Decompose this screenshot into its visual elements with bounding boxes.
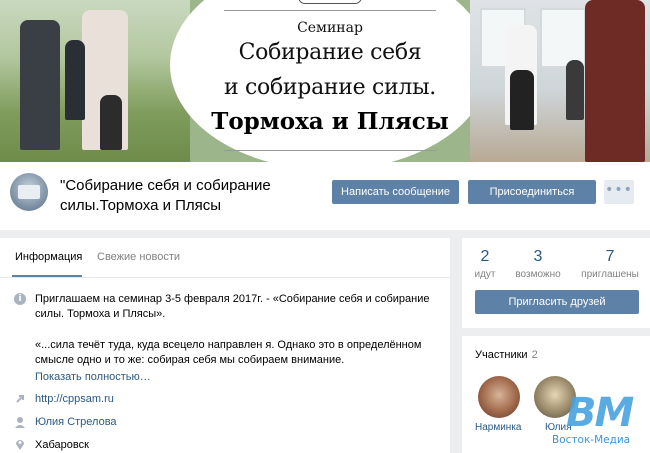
site-link[interactable]: http://cppsam.ru xyxy=(35,392,114,407)
stat-going-label: идут xyxy=(474,269,496,280)
attendance-stats: 2 идут 3 возможно 7 приглашены Пригласит… xyxy=(462,238,650,328)
group-avatar[interactable] xyxy=(10,173,48,211)
stat-going[interactable]: 2 идут xyxy=(455,248,515,280)
active-tab-indicator xyxy=(12,275,82,277)
invite-friends-button[interactable]: Пригласить друзей xyxy=(475,290,639,314)
watermark-text: Восток-Медиа xyxy=(552,434,631,446)
members-count: 2 xyxy=(531,349,538,361)
stat-going-value: 2 xyxy=(480,248,490,265)
stat-invited[interactable]: 7 приглашены xyxy=(580,248,640,280)
member-name[interactable]: Нарминка xyxy=(475,422,521,433)
link-icon xyxy=(16,395,24,403)
members-header[interactable]: Участники 2 xyxy=(475,349,538,361)
stat-invited-label: приглашены xyxy=(581,269,639,280)
seminar-title-line-1: Собирание себя xyxy=(238,40,422,65)
event-city: Хабаровск xyxy=(35,439,89,451)
info-tabs: Информация Свежие новости xyxy=(0,238,450,278)
stat-maybe[interactable]: 3 возможно xyxy=(508,248,568,280)
tab-information[interactable]: Информация xyxy=(15,251,82,263)
members-title: Участники xyxy=(475,349,528,361)
tab-latest-news[interactable]: Свежие новости xyxy=(97,251,180,263)
write-message-button[interactable]: Написать сообщение xyxy=(332,180,459,204)
member-avatar[interactable] xyxy=(478,376,520,418)
event-description: Приглашаем на семинар 3-5 февраля 2017г.… xyxy=(35,293,430,320)
user-icon xyxy=(15,417,25,428)
show-more-link[interactable]: Показать полностью… xyxy=(35,370,151,385)
info-panel: Информация Свежие новости i Приглашаем н… xyxy=(0,238,450,453)
event-quote: «...сила течёт туда, куда всецело направ… xyxy=(35,339,422,366)
seminar-title-line-2: и собирание силы. xyxy=(223,75,437,100)
event-cover: Семинар Собирание себя и собирание силы.… xyxy=(0,0,650,162)
watermark: ВМ Восток-Медиа xyxy=(548,390,650,453)
more-actions-button[interactable]: ••• xyxy=(604,180,634,204)
stat-invited-value: 7 xyxy=(605,248,615,265)
cover-photo-right xyxy=(470,0,650,162)
cover-photo-left xyxy=(0,0,190,162)
cover-banner: Семинар Собирание себя и собирание силы.… xyxy=(180,0,480,162)
event-header: "Собирание себя и собирание силы.Тормоха… xyxy=(0,162,650,230)
watermark-logo: ВМ xyxy=(566,390,634,436)
group-title: "Собирание себя и собирание силы.Тормоха… xyxy=(60,177,271,214)
join-button[interactable]: Присоединиться xyxy=(468,180,596,204)
location-icon xyxy=(16,440,24,450)
stat-maybe-label: возможно xyxy=(515,269,561,280)
seminar-title-line-3: Тормоха и Плясы xyxy=(211,108,449,135)
banner-divider-top xyxy=(224,10,436,11)
stat-maybe-value: 3 xyxy=(533,248,543,265)
info-icon: i xyxy=(14,293,26,305)
banner-logo-icon xyxy=(298,0,362,4)
banner-divider-bottom xyxy=(224,150,436,151)
seminar-label: Семинар xyxy=(297,20,363,36)
organizer-link[interactable]: Юлия Стрелова xyxy=(35,415,117,430)
